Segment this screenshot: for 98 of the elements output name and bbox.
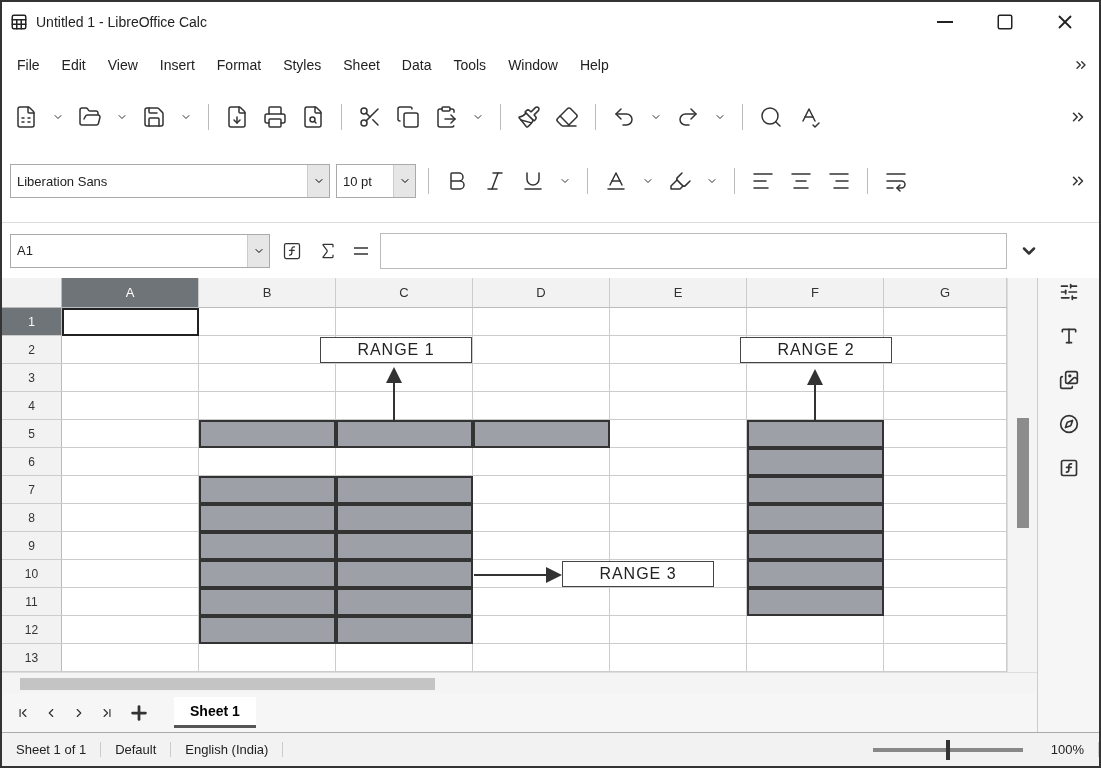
row-header[interactable]: 6: [2, 448, 62, 476]
shaded-cell[interactable]: [336, 616, 473, 644]
function-icon: [1058, 458, 1079, 478]
printer-icon: [263, 105, 287, 129]
row-header[interactable]: 3: [2, 364, 62, 392]
column-header[interactable]: E: [610, 278, 747, 308]
row-header[interactable]: 7: [2, 476, 62, 504]
formula-input-field[interactable]: [380, 232, 1007, 269]
underline-icon: [521, 169, 545, 193]
font-size-field[interactable]: 10 pt: [336, 164, 416, 198]
row-header[interactable]: 1: [2, 308, 62, 336]
zoom-slider-thumb[interactable]: [945, 739, 950, 760]
menu-item[interactable]: Styles: [274, 53, 331, 77]
row-header[interactable]: 5: [2, 420, 62, 448]
column-header[interactable]: D: [473, 278, 610, 308]
callout-label: RANGE 1: [320, 337, 472, 363]
shaded-cell[interactable]: [336, 588, 473, 616]
name-box[interactable]: A1: [10, 233, 270, 268]
menu-item[interactable]: Edit: [52, 53, 95, 77]
highlighter-icon: [668, 169, 692, 193]
shaded-cell[interactable]: [336, 532, 473, 560]
shaded-cell[interactable]: [747, 588, 884, 616]
vertical-scrollbar[interactable]: [1007, 278, 1037, 672]
column-header[interactable]: C: [336, 278, 473, 308]
print-preview-icon: [301, 105, 325, 129]
column-header[interactable]: G: [884, 278, 1007, 308]
font-color-icon: [604, 169, 628, 193]
active-cell[interactable]: [62, 308, 199, 336]
column-header[interactable]: F: [747, 278, 884, 308]
row-header[interactable]: 11: [2, 588, 62, 616]
column-header[interactable]: A: [62, 278, 199, 308]
shaded-cell[interactable]: [747, 420, 884, 448]
row-header[interactable]: 12: [2, 616, 62, 644]
shaded-cell[interactable]: [747, 448, 884, 476]
zoom-level[interactable]: 100%: [1036, 742, 1099, 757]
row-header[interactable]: 10: [2, 560, 62, 588]
leader-arrow: [386, 367, 402, 422]
paintbrush-icon: [517, 105, 541, 129]
callout-label: RANGE 3: [562, 561, 714, 587]
cut-icon: [358, 105, 382, 129]
search-icon: [759, 105, 783, 129]
images-icon: [1058, 370, 1079, 390]
menu-item[interactable]: Format: [207, 53, 271, 77]
function-icon: [282, 240, 302, 261]
app-logo-icon: [10, 13, 28, 31]
page-style: Default: [101, 742, 172, 757]
save-icon: [142, 105, 166, 129]
shaded-cell[interactable]: [199, 588, 336, 616]
shaded-cell[interactable]: [747, 532, 884, 560]
row-header[interactable]: 13: [2, 644, 62, 672]
row-header[interactable]: 2: [2, 336, 62, 364]
export-document-icon: [225, 105, 249, 129]
sheet-count: Sheet 1 of 1: [2, 742, 102, 757]
undo-icon: [612, 105, 636, 129]
redo-icon: [676, 105, 700, 129]
shaded-cell[interactable]: [199, 560, 336, 588]
shaded-cell[interactable]: [199, 476, 336, 504]
maximize-icon: [996, 13, 1014, 31]
window-title: Untitled 1 - LibreOffice Calc: [36, 14, 208, 30]
paste-icon: [434, 105, 458, 129]
shaded-cell[interactable]: [336, 504, 473, 532]
horizontal-scrollbar[interactable]: [2, 672, 1037, 694]
font-name-field[interactable]: Liberation Sans: [10, 164, 330, 198]
shaded-cell[interactable]: [199, 616, 336, 644]
eraser-icon: [555, 105, 579, 129]
shaded-cell[interactable]: [199, 420, 336, 448]
sliders-icon: [1058, 282, 1079, 302]
copy-icon: [396, 105, 420, 129]
callout-label: RANGE 2: [740, 337, 892, 363]
leader-arrow: [807, 369, 823, 422]
row-header[interactable]: 4: [2, 392, 62, 420]
menu-item[interactable]: Insert: [150, 53, 204, 77]
shaded-cell[interactable]: [747, 476, 884, 504]
minimize-icon: [937, 21, 953, 23]
shaded-cell[interactable]: [747, 560, 884, 588]
sheet-tab[interactable]: Sheet 1: [174, 697, 256, 729]
shaded-cell[interactable]: [336, 560, 473, 588]
shaded-cell[interactable]: [199, 532, 336, 560]
shaded-cell[interactable]: [199, 504, 336, 532]
equals-icon: [354, 246, 368, 255]
menu-item[interactable]: Sheet: [334, 53, 389, 77]
menu-item[interactable]: View: [98, 53, 147, 77]
menu-item[interactable]: Tools: [444, 53, 496, 77]
menu-item[interactable]: Data: [392, 53, 441, 77]
shaded-cell[interactable]: [336, 420, 473, 448]
compass-icon: [1058, 414, 1079, 434]
menu-item[interactable]: File: [8, 53, 49, 77]
language-status[interactable]: English (India): [171, 742, 284, 757]
folder-icon: [78, 105, 102, 129]
menu-item[interactable]: Window: [499, 53, 567, 77]
menu-item[interactable]: Help: [570, 53, 618, 77]
shaded-cell[interactable]: [473, 420, 610, 448]
row-header[interactable]: 8: [2, 504, 62, 532]
row-header[interactable]: 9: [2, 532, 62, 560]
new-spreadsheet-icon: [14, 105, 38, 129]
column-header[interactable]: B: [199, 278, 336, 308]
shaded-cell[interactable]: [747, 504, 884, 532]
shaded-cell[interactable]: [336, 476, 473, 504]
